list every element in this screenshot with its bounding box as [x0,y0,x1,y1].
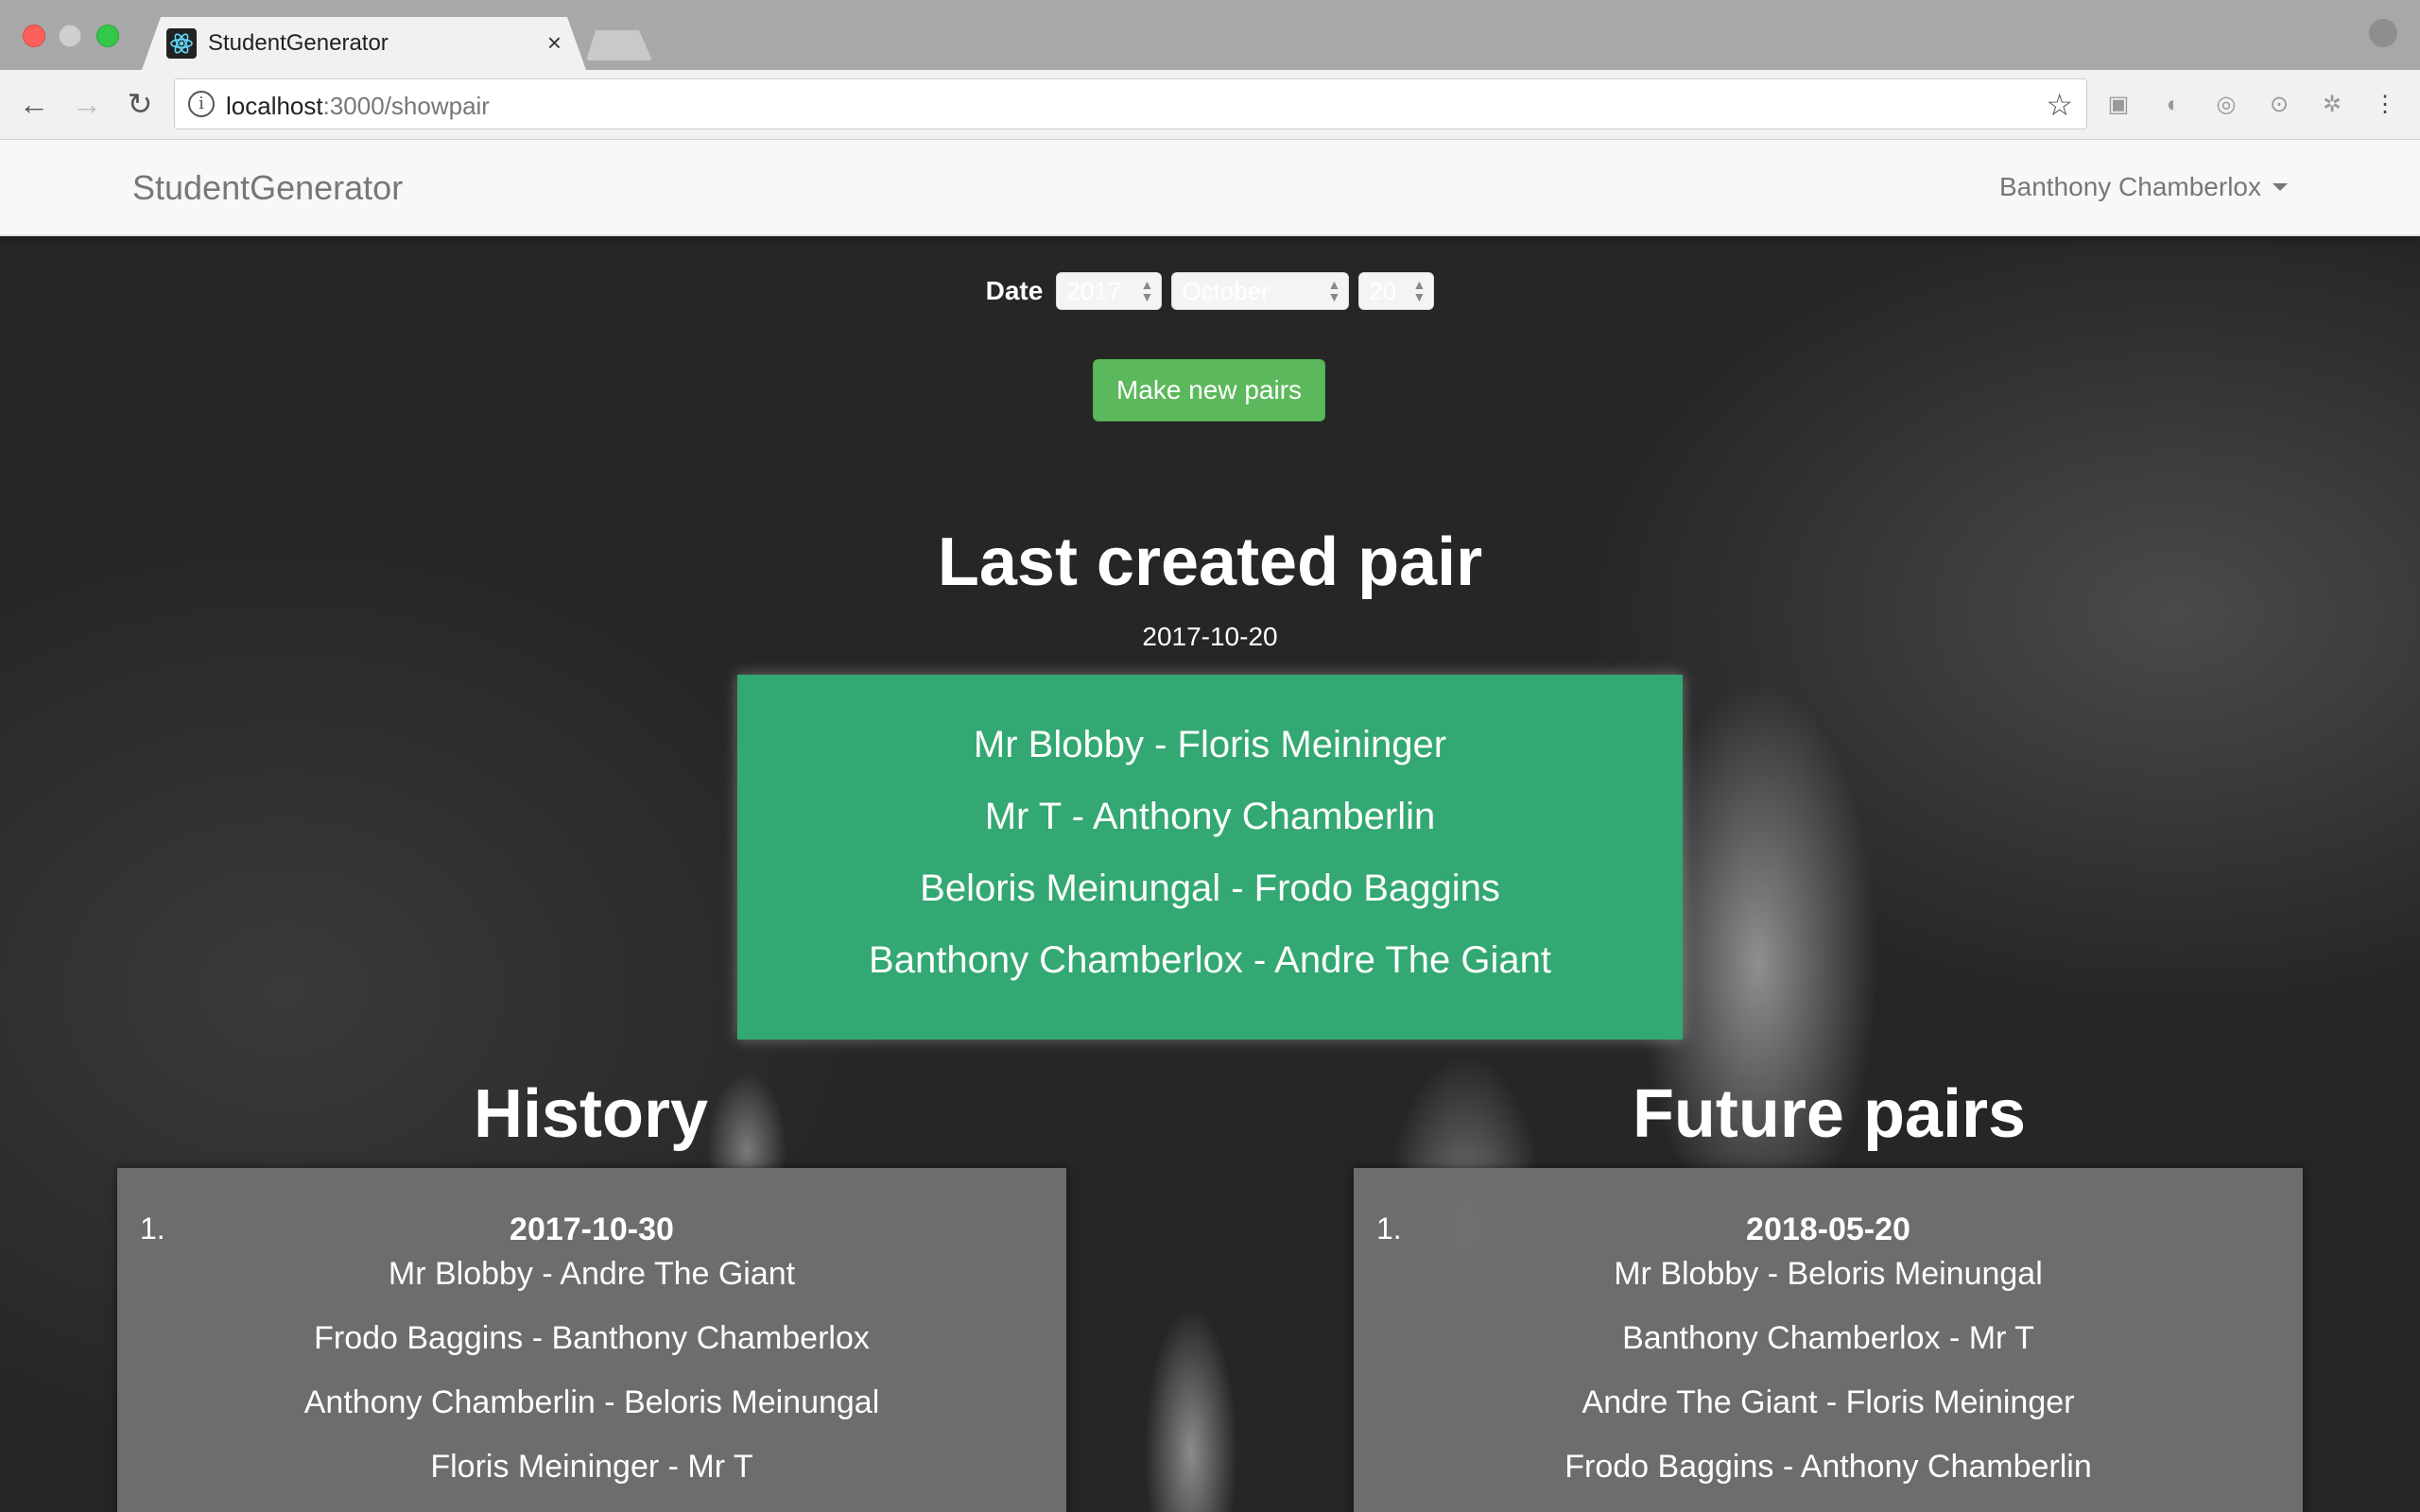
pair-item: Mr T - Anthony Chamberlin [984,796,1436,837]
new-tab-button[interactable] [586,30,652,60]
page-content: StudentGenerator Banthony Chamberlox Dat… [0,140,2420,1512]
profile-icon[interactable] [2369,19,2397,47]
select-arrows-icon: ▲ ▼ [1327,277,1341,304]
browser-toolbar: ← → ↻ i localhost:3000/showpair ☆ ▣ ◐ ◎ … [0,70,2420,140]
last-created-date: 2017-10-20 [1142,622,1278,651]
pair-item: Mr Blobby - Andre The Giant [388,1256,796,1292]
pair-item: Andre The Giant - Floris Meininger [1582,1384,2075,1420]
select-arrows-icon: ▲ ▼ [1140,277,1154,304]
pair-item: Frodo Baggins - Banthony Chamberlox [314,1320,870,1356]
pair-item: Mr Blobby - Beloris Meinungal [1614,1256,2043,1292]
extension-circle-icon[interactable]: ◎ [2210,89,2242,121]
app-navbar: StudentGenerator Banthony Chamberlox [0,140,2420,236]
reload-icon[interactable]: ↻ [119,83,161,125]
url-text: localhost:3000/showpair [226,92,490,120]
extension-leaf-icon[interactable]: ◐ [2157,89,2189,121]
pair-item: Banthony Chamberlox - Andre The Giant [869,939,1551,981]
user-dropdown[interactable]: Banthony Chamberlox [1999,172,2288,202]
pair-item: Mr Blobby - Floris Meininger [973,724,1447,765]
brand-link[interactable]: StudentGenerator [132,168,403,208]
history-entry-date: 2017-10-30 [510,1211,674,1247]
history-pair-list: Mr Blobby - Andre The Giant Frodo Baggin… [117,1255,1066,1512]
zoom-window-button[interactable] [96,25,119,47]
make-new-pairs-button[interactable]: Make new pairs [1093,359,1325,421]
future-pairs-panel: 1. 2018-05-20 Mr Blobby - Beloris Meinun… [1354,1168,2303,1512]
user-name: Banthony Chamberlox [1998,172,2261,201]
tab-close-icon[interactable]: × [547,28,562,58]
pair-item: Beloris Meinungal - Frodo Baggins [920,868,1500,909]
future-entry-date: 2018-05-20 [1746,1211,1910,1247]
last-created-pairs-box: Mr Blobby - Floris Meininger Mr T - Anth… [737,675,1683,1040]
date-picker: Date 2017 ▲ ▼ October ▲ ▼ 20 ▲ ▼ [0,272,2420,310]
pair-item: Banthony Chamberlox - Mr T [1622,1320,2034,1356]
cast-icon[interactable]: ▣ [2102,89,2135,121]
bookmark-star-icon[interactable]: ☆ [2046,87,2073,123]
extension-gear-icon[interactable]: ✲ [2316,89,2348,121]
forward-arrow-icon[interactable]: → [66,83,108,125]
last-created-title: Last created pair [937,524,1483,600]
tab-title: StudentGenerator [208,30,389,56]
history-panel: 1. 2017-10-30 Mr Blobby - Andre The Gian… [117,1168,1066,1512]
future-pair-list: Mr Blobby - Beloris Meinungal Banthony C… [1354,1255,2303,1512]
year-select[interactable]: 2017 ▲ ▼ [1056,272,1163,310]
close-window-button[interactable] [23,25,45,47]
date-label: Date [985,276,1044,305]
extension-brackets-icon[interactable]: ⊙ [2263,89,2295,121]
day-select[interactable]: 20 ▲ ▼ [1358,272,1435,310]
react-favicon-icon [166,28,197,59]
pair-item: Anthony Chamberlin - Beloris Meinungal [303,1384,880,1420]
history-title: History [473,1076,709,1152]
caret-down-icon [2273,183,2288,191]
future-pairs-title: Future pairs [1632,1076,2027,1152]
browser-tab[interactable]: StudentGenerator × [142,17,586,70]
minimize-window-button[interactable] [59,25,81,47]
info-icon[interactable]: i [188,91,215,117]
select-arrows-icon: ▲ ▼ [1412,277,1426,304]
browser-menu-icon[interactable]: ⋮ [2369,89,2401,121]
pair-item: Floris Meininger - Mr T [430,1449,753,1485]
address-bar[interactable]: i localhost:3000/showpair ☆ [174,78,2087,129]
pair-item: Frodo Baggins - Anthony Chamberlin [1564,1449,2092,1485]
back-arrow-icon[interactable]: ← [13,83,55,125]
browser-titlebar: StudentGenerator × [0,0,2420,70]
month-select[interactable]: October ▲ ▼ [1171,272,1350,310]
